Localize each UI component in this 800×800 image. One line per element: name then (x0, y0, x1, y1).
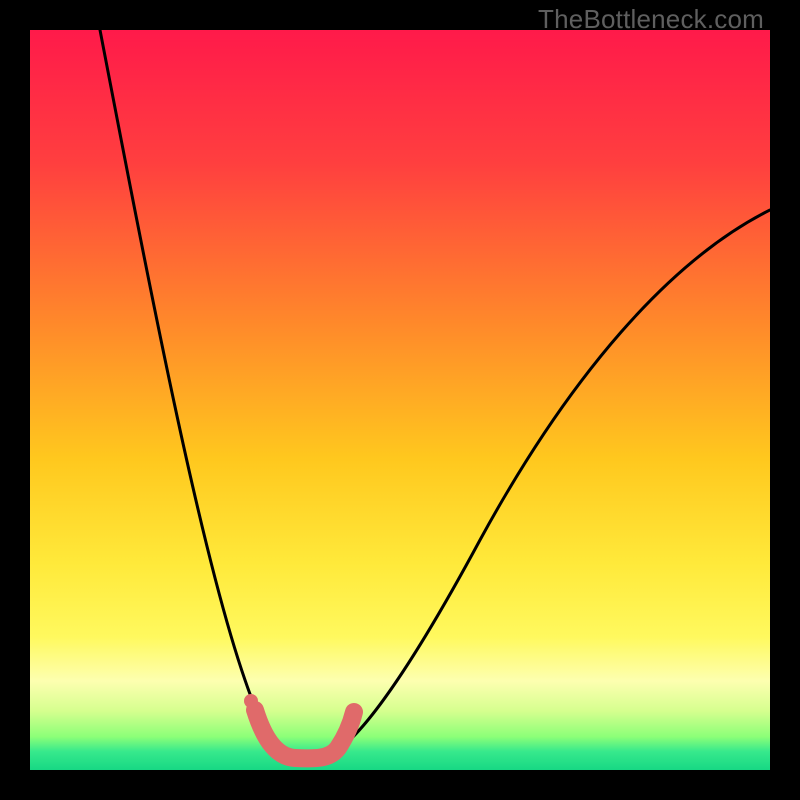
plot-frame (30, 30, 770, 770)
bump-dot (244, 694, 258, 708)
left-curve (100, 30, 290, 755)
bump-path (255, 710, 354, 758)
curve-layer (30, 30, 770, 770)
right-curve (330, 210, 770, 755)
